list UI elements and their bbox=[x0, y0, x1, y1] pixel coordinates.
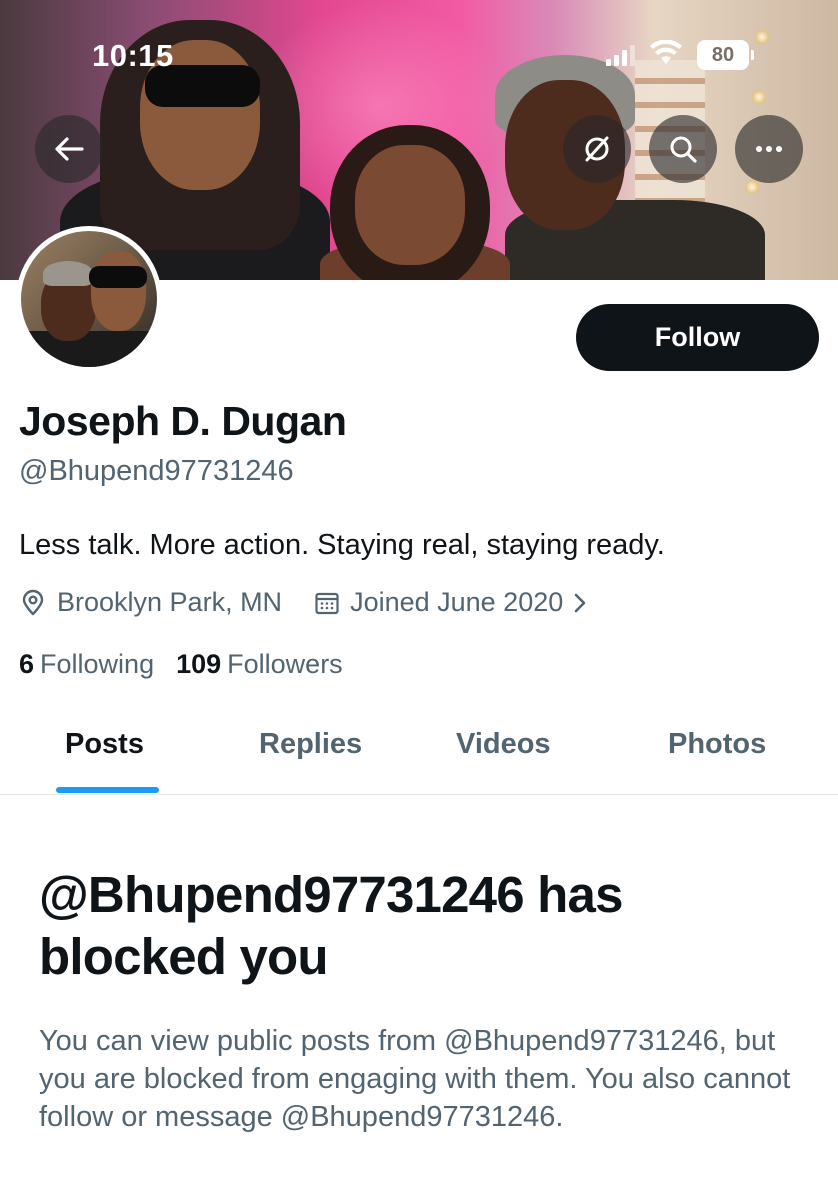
chevron-right-icon[interactable] bbox=[573, 592, 587, 614]
more-options-button[interactable] bbox=[735, 115, 803, 183]
profile-location: Brooklyn Park, MN bbox=[57, 587, 283, 617]
followers-label: Followers bbox=[227, 649, 343, 679]
avatar-face-right bbox=[91, 251, 146, 331]
tab-photos[interactable]: Photos bbox=[668, 728, 766, 761]
banner-light bbox=[752, 90, 766, 104]
following-link[interactable]: 6 Following bbox=[19, 649, 154, 680]
search-button[interactable] bbox=[649, 115, 717, 183]
avatar-bodies bbox=[21, 331, 157, 367]
blocked-description: You can view public posts from @Bhupend9… bbox=[39, 1025, 791, 1133]
banner-light bbox=[755, 30, 769, 44]
active-tab-indicator bbox=[56, 787, 159, 793]
profile-avatar[interactable] bbox=[16, 226, 162, 372]
back-button[interactable] bbox=[35, 115, 103, 183]
profile-meta: Brooklyn Park, MN Joined June 2020 bbox=[19, 587, 587, 618]
display-name: Joseph D. Dugan bbox=[19, 398, 347, 444]
banner-person-2-face bbox=[355, 145, 465, 265]
more-horizontal-icon bbox=[754, 145, 784, 153]
status-time: 10:15 bbox=[92, 38, 174, 73]
following-label: Following bbox=[40, 649, 155, 679]
banner-light bbox=[745, 180, 759, 194]
translate-off-icon bbox=[581, 133, 613, 165]
profile-joined[interactable]: Joined June 2020 bbox=[350, 587, 563, 618]
follow-button[interactable]: Follow bbox=[576, 304, 819, 371]
calendar-icon bbox=[314, 590, 340, 616]
avatar-image bbox=[21, 231, 157, 367]
follow-stats: 6 Following 109 Followers bbox=[19, 649, 343, 680]
cellular-signal-icon bbox=[606, 44, 635, 66]
location-pin-icon bbox=[19, 589, 47, 617]
search-icon bbox=[667, 133, 699, 165]
tab-posts[interactable]: Posts bbox=[65, 728, 144, 761]
avatar-hair-left bbox=[43, 261, 93, 286]
battery-indicator: 80 bbox=[697, 40, 754, 70]
followers-count: 109 bbox=[176, 649, 222, 679]
tab-replies[interactable]: Replies bbox=[259, 728, 362, 761]
following-count: 6 bbox=[19, 649, 35, 679]
status-indicators: 80 bbox=[606, 38, 754, 72]
blocked-title: @Bhupend97731246 has blocked you bbox=[39, 866, 623, 985]
avatar-sunglasses bbox=[89, 266, 147, 288]
tab-videos[interactable]: Videos bbox=[456, 728, 551, 761]
arrow-left-icon bbox=[54, 136, 84, 162]
profile-bio: Less talk. More action. Staying real, st… bbox=[19, 529, 665, 561]
translate-button[interactable] bbox=[563, 115, 631, 183]
profile-tabs: Posts Replies Videos Photos bbox=[0, 700, 838, 795]
profile-handle: @Bhupend97731246 bbox=[19, 455, 294, 487]
wifi-icon bbox=[649, 39, 683, 71]
followers-link[interactable]: 109 Followers bbox=[176, 649, 343, 680]
